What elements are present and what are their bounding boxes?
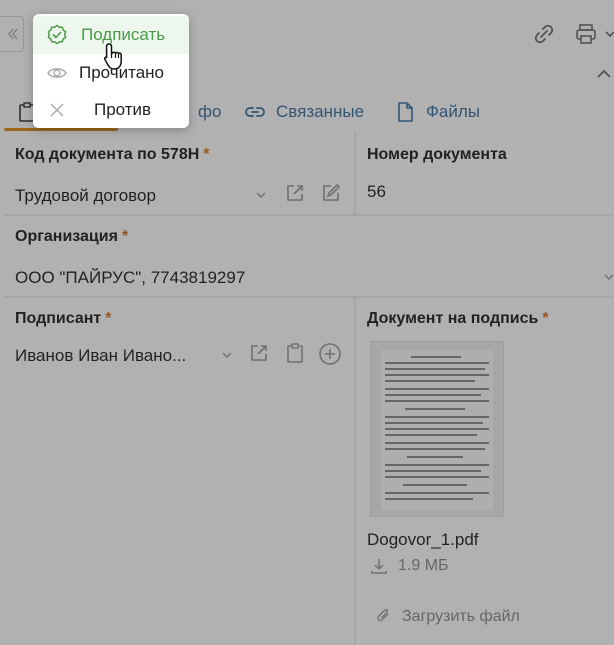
- check-circle-icon: [47, 24, 67, 45]
- menu-item-against[interactable]: Против: [33, 91, 189, 129]
- close-icon: [50, 103, 64, 117]
- menu-item-label: Против: [94, 100, 152, 119]
- hand-cursor-icon: [103, 43, 122, 70]
- eye-icon: [47, 68, 67, 78]
